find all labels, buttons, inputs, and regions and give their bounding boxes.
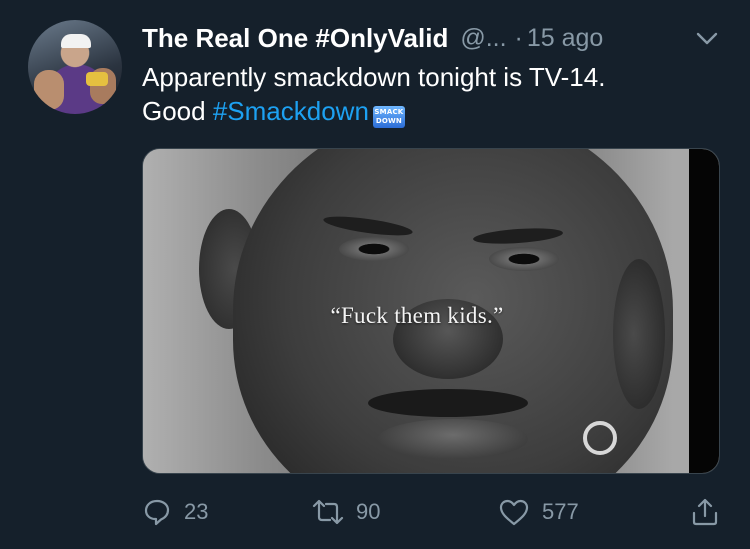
retweet-count: 90 [356, 499, 381, 524]
heart-icon [498, 497, 530, 527]
like-count: 577 [542, 499, 579, 524]
tweet-media-image[interactable]: “Fuck them kids.” [142, 148, 720, 474]
image-caption: “Fuck them kids.” [330, 303, 504, 328]
share-icon [690, 497, 720, 527]
reply-count: 23 [184, 499, 209, 524]
tweet-actions: 23 90 577 [142, 492, 722, 532]
tweet-text-word: Good [142, 96, 206, 126]
timestamp[interactable]: 15 ago [527, 24, 603, 53]
display-name[interactable]: The Real One #OnlyValid [142, 23, 448, 54]
user-handle[interactable]: @... [460, 24, 506, 53]
like-button[interactable]: 577 [498, 492, 579, 532]
reply-button[interactable]: 23 [142, 492, 208, 532]
chevron-down-icon[interactable] [694, 28, 720, 48]
tweet[interactable]: The Real One #OnlyValid @... · 15 ago Ap… [0, 0, 750, 549]
tweet-text-line-2: Good #Smackdown SMACK DOWN [142, 94, 722, 128]
tweet-text: Apparently smackdown tonight is TV-14. G… [142, 60, 722, 128]
separator-dot: · [514, 23, 523, 52]
tweet-text-line-1: Apparently smackdown tonight is TV-14. [142, 62, 606, 92]
hashtag-link[interactable]: #Smackdown [213, 96, 369, 126]
retweet-icon [312, 497, 344, 527]
share-button[interactable] [690, 492, 720, 532]
reply-icon [142, 497, 172, 527]
smackdown-logo-icon: SMACK DOWN [372, 106, 405, 128]
avatar[interactable] [28, 20, 122, 114]
tweet-header: The Real One #OnlyValid @... · 15 ago [142, 20, 720, 56]
retweet-button[interactable]: 90 [312, 492, 380, 532]
